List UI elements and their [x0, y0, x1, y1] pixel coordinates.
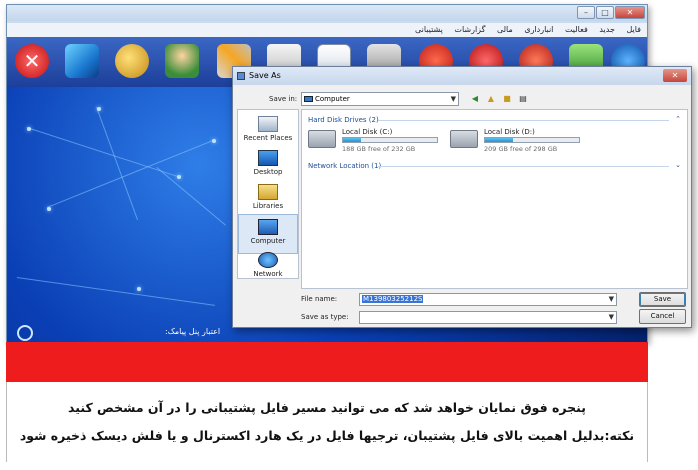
chevron-down-icon: ▼: [450, 95, 456, 103]
save-as-type-label: Save as type:: [301, 313, 349, 321]
file-name-value: M13980325212S: [362, 295, 424, 303]
file-name-input[interactable]: M13980325212S ▼: [359, 293, 617, 306]
menu-activity[interactable]: فعالیت: [565, 23, 588, 37]
drive-usage-bar: [342, 137, 438, 143]
key-icon[interactable]: [115, 44, 149, 78]
network-node: [97, 107, 101, 111]
place-label: Network: [253, 270, 283, 278]
group-divider: [378, 120, 669, 121]
network-node: [27, 127, 31, 131]
place-label: Desktop: [253, 168, 283, 176]
instructions-panel: پنجره فوق نمایان خواهد شد که می توانید م…: [6, 382, 648, 462]
drive-name: Local Disk (C:): [342, 128, 393, 136]
drive-item-d[interactable]: Local Disk (D:) 209 GB free of 298 GB: [450, 128, 590, 158]
dialog-close-button[interactable]: ✕: [663, 69, 687, 82]
exit-icon[interactable]: ✕: [15, 44, 49, 78]
network-line: [16, 277, 216, 306]
desktop-icon[interactable]: [65, 44, 99, 78]
menu-file[interactable]: فایل: [626, 23, 641, 37]
drive-usage-fill: [485, 138, 514, 142]
maximize-button[interactable]: □: [596, 6, 614, 19]
power-icon[interactable]: [17, 325, 33, 341]
group-divider: [378, 166, 669, 167]
network-line: [96, 107, 139, 221]
drive-usage-fill: [343, 138, 361, 142]
place-label: Computer: [250, 237, 286, 245]
hard-drive-icon: [450, 130, 478, 148]
back-arrow-icon[interactable]: ◀: [469, 93, 481, 105]
network-node: [177, 175, 181, 179]
file-list-view[interactable]: Hard Disk Drives (2) ⌃ Local Disk (C:) 1…: [301, 109, 688, 289]
up-folder-icon[interactable]: ▲: [485, 93, 497, 105]
save-in-label: Save in:: [269, 95, 298, 103]
save-as-type-dropdown[interactable]: ▼: [359, 311, 617, 324]
place-label: Recent Places: [243, 134, 293, 142]
save-button[interactable]: Save: [639, 292, 686, 307]
chevron-down-icon[interactable]: ▼: [609, 294, 614, 305]
network-node: [212, 139, 216, 143]
place-network[interactable]: Network: [238, 248, 298, 288]
save-in-value: Computer: [315, 95, 350, 103]
collapse-chevron-icon[interactable]: ⌃: [675, 115, 681, 123]
expand-chevron-icon[interactable]: ⌄: [675, 161, 681, 169]
instruction-line-1: پنجره فوق نمایان خواهد شد که می توانید م…: [68, 400, 586, 415]
menu-new[interactable]: جدید: [599, 23, 615, 37]
hard-drive-icon: [308, 130, 336, 148]
network-icon: [258, 252, 278, 268]
close-button[interactable]: ✕: [615, 6, 645, 19]
menu-finance[interactable]: مالی: [497, 23, 513, 37]
dialog-title-bar: Save As ✕: [233, 67, 691, 85]
group-header-network[interactable]: Network Location (1): [308, 162, 381, 170]
new-folder-icon[interactable]: ■: [501, 93, 513, 105]
drive-usage-bar: [484, 137, 580, 143]
red-banner: [6, 342, 648, 382]
network-line: [47, 139, 215, 208]
menu-inventory[interactable]: انبارداری: [524, 23, 553, 37]
recent-places-icon: [258, 116, 278, 132]
users-icon[interactable]: [165, 44, 199, 78]
drive-free-space: 188 GB free of 232 GB: [342, 145, 416, 153]
network-line: [156, 167, 226, 226]
drive-item-c[interactable]: Local Disk (C:) 188 GB free of 232 GB: [308, 128, 448, 158]
view-menu-icon[interactable]: ▤: [517, 93, 529, 105]
save-in-row: Save in: Computer ▼ ◀ ▲ ■ ▤: [233, 91, 691, 107]
dialog-title: Save As: [249, 71, 281, 80]
drive-name: Local Disk (D:): [484, 128, 535, 136]
group-header-hard-disks[interactable]: Hard Disk Drives (2): [308, 116, 379, 124]
computer-icon: [258, 219, 278, 235]
network-line: [26, 127, 180, 178]
libraries-icon: [258, 184, 278, 200]
menu-reports[interactable]: گزارشات: [454, 23, 485, 37]
network-node: [137, 287, 141, 291]
save-as-dialog: Save As ✕ Save in: Computer ▼ ◀ ▲ ■ ▤ Re…: [232, 66, 692, 328]
file-name-label: File name:: [301, 295, 338, 303]
save-in-dropdown[interactable]: Computer ▼: [301, 92, 459, 106]
cancel-button[interactable]: Cancel: [639, 309, 686, 324]
places-bar: Recent Places Desktop Libraries Computer…: [237, 109, 299, 279]
place-label: Libraries: [252, 202, 284, 210]
drive-free-space: 209 GB free of 298 GB: [484, 145, 558, 153]
instruction-line-2: نکته:بدلیل اهمیت بالای فایل پشتیبان، ترج…: [19, 428, 635, 443]
app-title-bar: – □ ✕: [7, 5, 647, 21]
desktop-icon: [258, 150, 278, 166]
menu-support[interactable]: پشتیبانی: [415, 23, 443, 37]
computer-icon: [304, 96, 313, 102]
network-node: [47, 207, 51, 211]
sms-credit-label: اعتبار پنل پیامک:: [165, 327, 221, 336]
app-menu-bar: فایل جدید فعالیت انبارداری مالی گزارشات …: [7, 23, 647, 37]
minimize-button[interactable]: –: [577, 6, 595, 19]
chevron-down-icon: ▼: [608, 313, 614, 321]
save-dialog-icon: [237, 72, 245, 80]
